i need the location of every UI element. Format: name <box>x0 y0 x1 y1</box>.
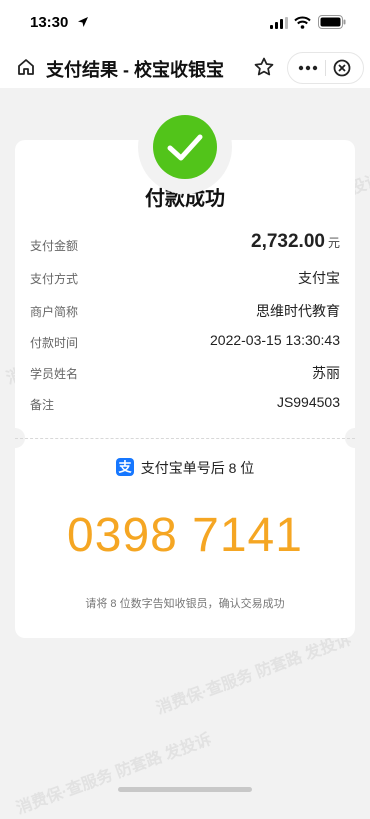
svg-text:支: 支 <box>117 460 132 476</box>
wifi-icon <box>294 16 311 29</box>
alipay-label-text: 支付宝单号后 8 位 <box>140 460 255 476</box>
detail-value: 2022-03-15 13:30:43 <box>210 332 340 348</box>
success-badge <box>138 100 232 194</box>
detail-label: 学员姓名 <box>30 367 79 381</box>
checkmark-icon <box>167 134 203 161</box>
detail-label: 商户简称 <box>30 305 79 319</box>
detail-row-time: 付款时间 2022-03-15 13:30:43 <box>30 331 340 351</box>
detail-label: 支付方式 <box>30 272 79 286</box>
watermark: 消费保·查服务 防套路 发投诉 <box>154 631 354 718</box>
close-circle-icon[interactable] <box>332 58 352 78</box>
detail-value: JS994503 <box>276 394 340 410</box>
success-circle <box>153 115 217 179</box>
more-icon[interactable] <box>296 58 320 78</box>
alipay-icon: 支 <box>115 458 134 476</box>
detail-label: 备注 <box>30 398 55 412</box>
detail-row-amount: 支付金额 2,732.00 元 <box>30 231 340 254</box>
detail-row-remark: 备注 JS994503 <box>30 393 340 413</box>
status-time: 13:30 <box>30 14 69 31</box>
navigation-bar: 支付结果 - 校宝收银宝 <box>0 44 370 88</box>
confirm-hint: 请将 8 位数字告知收银员，确认交易成功 <box>85 598 285 610</box>
watermark: 消费保·查服务 防套路 发投诉 <box>14 731 214 818</box>
home-indicator <box>118 787 252 792</box>
status-bar: 13:30 <box>0 0 370 44</box>
alipay-order-code: 0398 7141 <box>67 509 303 562</box>
page-title: 支付结果 - 校宝收银宝 <box>46 60 224 80</box>
cellular-signal-icon <box>270 17 288 29</box>
battery-icon <box>318 15 346 29</box>
detail-value: 思维时代教育 <box>256 303 340 319</box>
detail-row-merchant: 商户简称 思维时代教育 <box>30 300 340 320</box>
detail-value: 2,732.00 元 <box>251 231 340 253</box>
dashed-divider <box>15 438 355 439</box>
detail-row-student: 学员姓名 苏丽 <box>30 362 340 382</box>
detail-value: 支付宝 <box>298 270 340 286</box>
detail-label: 支付金额 <box>30 239 79 253</box>
payment-result-card: 付款成功 支付金额 2,732.00 元 支付方式 支付宝 商户简称 思维时代教育… <box>5 140 365 638</box>
location-arrow-icon <box>78 17 88 27</box>
mini-program-capsule <box>287 52 364 84</box>
home-icon[interactable] <box>16 57 36 77</box>
detail-value: 苏丽 <box>312 365 340 381</box>
amount-unit: 元 <box>327 236 340 250</box>
detail-row-method: 支付方式 支付宝 <box>30 267 340 287</box>
alipay-order-label: 支 支付宝单号后 8 位 <box>15 458 355 478</box>
capsule-divider <box>325 60 326 76</box>
detail-label: 付款时间 <box>30 336 79 350</box>
star-icon[interactable] <box>253 56 275 78</box>
amount-number: 2,732.00 <box>251 231 325 252</box>
